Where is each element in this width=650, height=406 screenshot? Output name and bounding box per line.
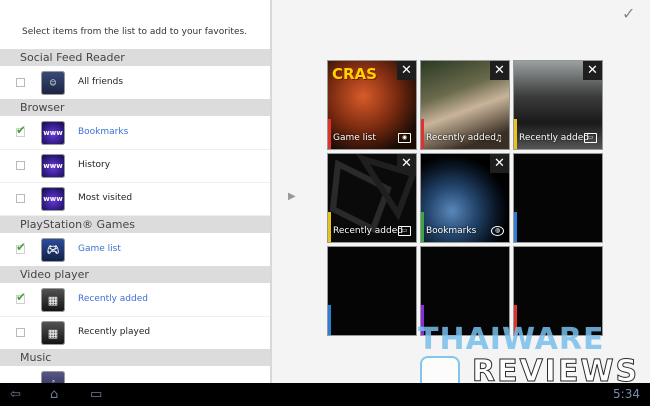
home-icon[interactable]: ⌂ (50, 387, 58, 402)
www-icon: www (41, 121, 65, 145)
tile-accent-bar (514, 212, 517, 242)
close-icon[interactable]: ✕ (397, 154, 416, 173)
checkbox[interactable] (16, 194, 25, 203)
tile-accent-bar (328, 119, 331, 149)
checkmark-icon: ✔ (16, 290, 27, 304)
www-icon: www (41, 154, 65, 178)
list-item[interactable]: ☺ All friends (0, 66, 270, 100)
category-header: Social Feed Reader (0, 49, 270, 66)
tile-label: Recently added (426, 133, 496, 143)
tile-label: Recently added (519, 133, 589, 143)
system-navigation-bar: ⇦ ⌂ ▭ 5:34 (0, 383, 650, 406)
checkmark-icon: ✔ (16, 240, 27, 254)
favorite-tile[interactable]: Bookmarks ✕ ◍ (420, 153, 510, 243)
list-item[interactable]: www Most visited (0, 182, 270, 216)
favorite-tile-empty[interactable] (513, 153, 603, 243)
film-icon: ▦ (41, 288, 65, 312)
tile-accent-bar (328, 212, 331, 242)
gamepad-icon: 🎮︎ (41, 238, 65, 262)
gamepad-icon: ◉ (398, 133, 411, 143)
back-icon[interactable]: ⇦ (10, 387, 21, 402)
list-item-label: Recently played (78, 327, 151, 337)
film-icon: ▦ (41, 321, 65, 345)
list-item-label: Bookmarks (78, 127, 129, 137)
favorite-tile[interactable]: Recently added ✕ ▭ (327, 153, 417, 243)
tile-label: Game list (333, 133, 376, 143)
list-item[interactable]: ✔ www Bookmarks (0, 116, 270, 150)
close-icon[interactable]: ✕ (583, 61, 602, 80)
list-item[interactable]: www History (0, 149, 270, 183)
list-item[interactable]: ✔ ▦ Recently added (0, 283, 270, 317)
checkbox[interactable]: ✔ (16, 240, 26, 254)
recent-apps-icon[interactable]: ▭ (90, 387, 102, 402)
checkmark-icon: ✔ (16, 123, 27, 137)
favorite-tile[interactable]: CRAS Game list ✕ ◉ (327, 60, 417, 150)
favorite-tile[interactable]: Recently added ✕ ▭ (513, 60, 603, 150)
list-item-label: History (78, 160, 111, 170)
tile-label: Recently added (333, 226, 403, 236)
favorite-tile[interactable]: Recently added ✕ ♫ (420, 60, 510, 150)
instruction-text: Select items from the list to add to you… (22, 27, 248, 37)
list-item-label: Recently added (78, 294, 148, 304)
checkmark-icon[interactable]: ✓ (622, 4, 635, 23)
friends-icon: ☺ (41, 71, 65, 95)
tile-accent-bar (421, 119, 424, 149)
list-item-label: All friends (78, 77, 124, 87)
tile-accent-bar (328, 305, 331, 335)
close-icon[interactable]: ✕ (490, 154, 509, 173)
checkbox[interactable]: ✔ (16, 290, 26, 304)
list-item-label: Game list (78, 244, 121, 254)
close-icon[interactable]: ✕ (490, 61, 509, 80)
tv-icon: ▭ (584, 133, 597, 143)
category-header: Video player (0, 266, 270, 283)
checkbox[interactable]: ✔ (16, 123, 26, 137)
music-icon: ♪ (41, 371, 65, 383)
www-icon: www (41, 187, 65, 211)
list-item[interactable]: ✔ 🎮︎ Game list (0, 233, 270, 267)
favorite-tile-empty[interactable] (327, 246, 417, 336)
list-item[interactable]: ▦ Recently played (0, 316, 270, 350)
expand-arrow-icon[interactable]: ▶ (288, 191, 296, 202)
close-icon[interactable]: ✕ (397, 61, 416, 80)
clock-text: 5:34 (613, 387, 640, 401)
globe-icon: ◍ (491, 226, 504, 236)
list-item[interactable]: ♪ (0, 366, 270, 383)
watermark-line1: THAIWARE (418, 322, 605, 357)
tile-accent-bar (514, 119, 517, 149)
checkbox[interactable] (16, 328, 25, 337)
category-header: Browser (0, 99, 270, 116)
tile-label: Bookmarks (426, 226, 477, 236)
list-item-label: Most visited (78, 193, 133, 203)
music-note-icon: ♫ (494, 134, 503, 144)
checkbox[interactable] (16, 161, 25, 170)
category-header: Music (0, 349, 270, 366)
category-header: PlayStation® Games (0, 216, 270, 233)
status-area[interactable]: 5:34 (613, 387, 640, 401)
tile-accent-bar (421, 212, 424, 242)
favorites-list-panel: Select items from the list to add to you… (0, 0, 272, 383)
checkbox[interactable] (16, 78, 25, 87)
tv-icon: ▭ (398, 226, 411, 236)
